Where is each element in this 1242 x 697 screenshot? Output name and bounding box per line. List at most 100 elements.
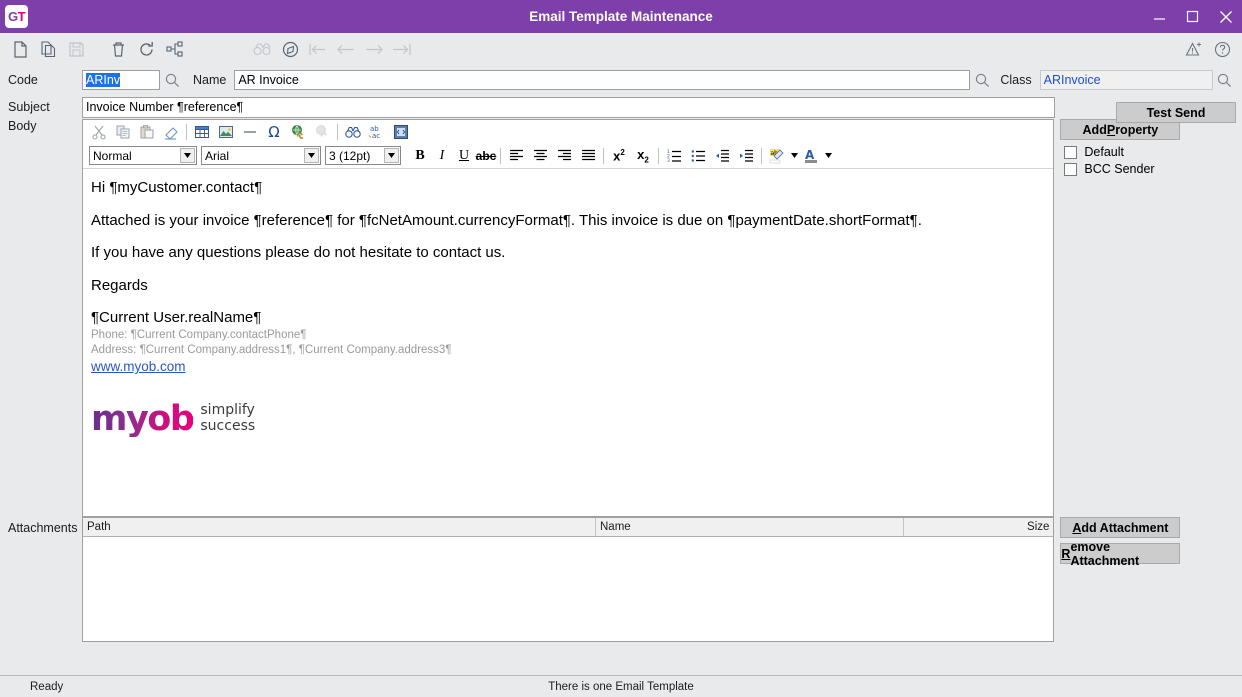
attachments-grid-header: Path Name Size — [83, 518, 1054, 537]
chevron-down-icon — [180, 148, 195, 163]
align-justify-button[interactable] — [576, 145, 600, 166]
strikethrough-button[interactable]: abc — [475, 146, 497, 166]
horizontal-rule-icon[interactable] — [238, 121, 262, 142]
first-record-icon — [304, 35, 332, 63]
myob-tagline-line2: success — [200, 418, 256, 435]
signature-phone: Phone: ¶Current Company.contactPhone¶ — [91, 328, 307, 341]
align-right-button[interactable] — [552, 145, 576, 166]
body-greeting: Hi ¶myCustomer.contact¶ — [91, 179, 263, 196]
code-input[interactable]: ARInv — [82, 70, 160, 90]
myob-logo: myob simplify success — [91, 398, 1045, 439]
cut-icon[interactable] — [87, 121, 111, 142]
svg-text:A: A — [805, 148, 815, 162]
add-attachment-accelerator: A — [1072, 520, 1082, 535]
html-editor: Ω ab ac Normal Arial 3 (12pt) B I U abc … — [82, 119, 1055, 517]
source-view-icon[interactable] — [389, 121, 413, 142]
name-lookup-icon[interactable] — [970, 69, 994, 91]
image-icon[interactable] — [214, 121, 238, 142]
indent-button[interactable] — [734, 145, 758, 166]
subscript-button[interactable]: x2 — [631, 145, 655, 166]
body-paragraph-1: Attached is your invoice ¶reference¶ for… — [91, 211, 922, 229]
body-closing: Regards — [91, 276, 148, 294]
editor-toolbar-row1: Ω ab ac — [83, 120, 1054, 143]
default-checkbox-row[interactable]: Default — [1064, 145, 1242, 159]
remove-attachment-accelerator: R — [1061, 546, 1071, 561]
find-icon — [248, 35, 276, 63]
superscript-button[interactable]: x2 — [607, 145, 631, 166]
column-header-size[interactable]: Size — [904, 518, 1053, 536]
class-lookup-icon[interactable] — [1213, 69, 1237, 91]
eraser-icon[interactable] — [159, 121, 183, 142]
paste-icon[interactable] — [135, 121, 159, 142]
code-lookup-icon[interactable] — [160, 69, 184, 91]
italic-button[interactable]: I — [431, 146, 453, 166]
bcc-sender-checkbox[interactable] — [1064, 162, 1078, 176]
highlight-color-button[interactable]: ab — [765, 145, 789, 166]
side-panel: Add Property Default BCC Sender — [1054, 119, 1242, 517]
remove-attachment-label: emove Attachment — [1070, 539, 1140, 568]
body-label: Body — [8, 119, 37, 133]
signature-address: Address: ¶Current Company.address1¶, ¶Cu… — [91, 343, 452, 356]
default-checkbox-label: Default — [1084, 145, 1125, 159]
identity-row: Code ARInv Name AR Invoice Class ARInvoi… — [0, 65, 1242, 95]
chevron-down-icon[interactable] — [789, 146, 799, 166]
copy-icon[interactable] — [34, 35, 62, 63]
find-replace-icon[interactable] — [341, 121, 365, 142]
column-header-name[interactable]: Name — [596, 518, 904, 536]
bcc-sender-checkbox-row[interactable]: BCC Sender — [1064, 162, 1242, 176]
insert-link-icon[interactable] — [286, 121, 310, 142]
font-color-button[interactable]: A — [799, 145, 823, 166]
status-bar: Ready There is one Email Template — [0, 675, 1242, 697]
attachments-label: Attachments — [8, 521, 78, 535]
add-property-accelerator: P — [1106, 122, 1116, 137]
title-bar: GT Email Template Maintenance — [0, 0, 1242, 33]
default-checkbox[interactable] — [1064, 145, 1078, 159]
bcc-sender-checkbox-label: BCC Sender — [1084, 162, 1155, 176]
column-header-path[interactable]: Path — [83, 518, 596, 536]
align-left-button[interactable] — [504, 145, 528, 166]
save-icon — [62, 35, 90, 63]
class-input[interactable]: ARInvoice — [1039, 70, 1213, 90]
outdent-button[interactable] — [710, 145, 734, 166]
email-body-content[interactable]: Hi ¶myCustomer.contact¶ Attached is your… — [83, 169, 1054, 516]
test-send-button[interactable]: Test Send — [1116, 102, 1236, 123]
align-center-button[interactable] — [528, 145, 552, 166]
close-icon[interactable] — [1209, 0, 1242, 33]
help-icon[interactable] — [1208, 35, 1236, 63]
signature-name: ¶Current User.realName¶ — [91, 309, 262, 326]
warning-icon[interactable] — [1180, 35, 1208, 63]
maximize-icon[interactable] — [1176, 0, 1209, 33]
add-attachment-button[interactable]: Add Attachment — [1060, 517, 1181, 538]
navigate-icon[interactable] — [276, 35, 304, 63]
spell-check-icon[interactable]: ab ac — [365, 121, 389, 142]
bold-button[interactable]: B — [409, 146, 431, 166]
myob-wordmark: myob — [91, 398, 195, 439]
copy-icon[interactable] — [111, 121, 135, 142]
font-family-select[interactable]: Arial — [201, 146, 321, 165]
remove-attachment-button[interactable]: Remove Attachment — [1060, 540, 1181, 568]
subject-input[interactable]: Invoice Number ¶reference¶ — [82, 96, 1055, 118]
underline-button[interactable]: U — [453, 146, 475, 166]
remove-link-icon — [310, 121, 334, 142]
new-icon[interactable] — [6, 35, 34, 63]
attachments-grid-body[interactable] — [83, 537, 1054, 641]
main-toolbar — [0, 33, 1242, 65]
workflow-icon[interactable] — [160, 35, 188, 63]
special-character-icon[interactable]: Ω — [262, 121, 286, 142]
status-text-center: There is one Email Template — [548, 680, 694, 693]
ordered-list-button[interactable]: 123 — [662, 145, 686, 166]
signature-website-link[interactable]: www.myob.com — [91, 358, 1045, 376]
refresh-icon[interactable] — [132, 35, 160, 63]
paragraph-style-select[interactable]: Normal — [89, 146, 197, 165]
table-icon[interactable] — [190, 121, 214, 142]
chevron-down-icon[interactable] — [823, 146, 833, 166]
add-attachment-label: dd Attachment — [1081, 520, 1169, 535]
delete-icon[interactable] — [104, 35, 132, 63]
attachments-grid[interactable]: Path Name Size — [82, 517, 1055, 642]
chevron-down-icon — [384, 148, 399, 163]
font-size-select[interactable]: 3 (12pt) — [325, 146, 401, 165]
unordered-list-button[interactable] — [686, 145, 710, 166]
minimize-icon[interactable] — [1143, 0, 1176, 33]
name-input[interactable]: AR Invoice — [234, 70, 971, 90]
font-family-value: Arial — [205, 148, 230, 163]
